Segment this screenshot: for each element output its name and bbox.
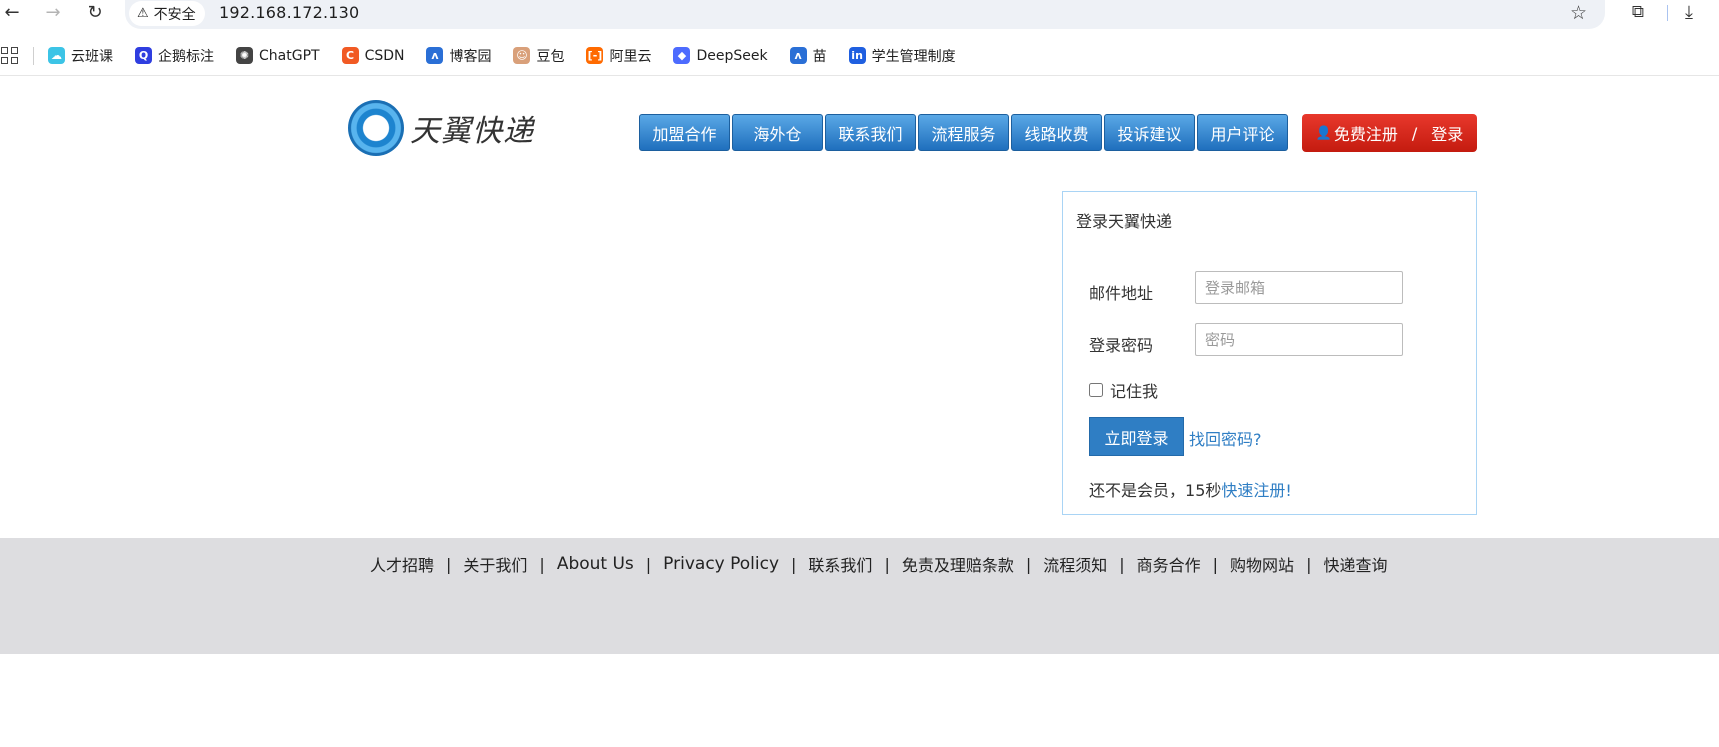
login-submit-button[interactable]: 立即登录 (1089, 417, 1184, 456)
chatgpt-icon: ✺ (236, 47, 253, 64)
footer-separator: | (539, 554, 545, 574)
remember-me[interactable]: 记住我 (1089, 378, 1158, 402)
login-title: 登录天翼快递 (1076, 212, 1173, 231)
bookmark-label: DeepSeek (696, 47, 768, 64)
browser-toolbar: ← → ↻ ⚠ 不安全 192.168.172.130 ☆ ⧉ ⤓ (0, 0, 1719, 30)
footer-link[interactable]: 购物网站 (1230, 552, 1294, 576)
bookmark-label: 博客园 (449, 48, 492, 65)
doubao-icon: ☺ (513, 47, 531, 64)
bookmark-item[interactable]: ☺ 豆包 (513, 46, 564, 66)
register-prompt-text: 还不是会员， (1089, 481, 1186, 500)
bookmark-label: 学生管理制度 (871, 48, 956, 65)
url-text[interactable]: 192.168.172.130 (219, 3, 359, 22)
quick-register-link[interactable]: 快速注册! (1221, 481, 1291, 500)
nav-item[interactable]: 加盟合作 (639, 114, 730, 151)
register-prompt: 还不是会员，15秒快速注册! (1089, 477, 1292, 501)
password-field[interactable] (1195, 323, 1403, 356)
bookmarks-bar: ☁ 云班课 Q 企鹅标注 ✺ ChatGPT C CSDN ʌ 博客园 ☺ 豆包 [-] 阿里云 ◆ Deep… (0, 36, 1719, 76)
bookmark-label: 企鹅标注 (158, 48, 214, 65)
forward-arrow-icon[interactable]: → (42, 2, 64, 24)
footer-separator: | (1025, 554, 1032, 574)
nav-item[interactable]: 流程服务 (918, 114, 1009, 151)
site-logo[interactable]: 天翼快递 (348, 100, 534, 156)
bookmark-item[interactable]: ʌ苗 (789, 46, 827, 66)
footer-separator: | (884, 554, 890, 574)
auth-separator: / (1411, 123, 1418, 143)
student-policy-icon: in (848, 47, 866, 64)
download-icon[interactable]: ⤓ (1685, 2, 1693, 23)
remember-me-checkbox[interactable] (1089, 383, 1103, 397)
register-link[interactable]: 免费注册 (1334, 121, 1398, 145)
miao-icon: ʌ (789, 47, 807, 64)
security-label: 不安全 (153, 6, 196, 23)
toolbar-divider (1667, 5, 1668, 21)
cnblogs-icon: ʌ (426, 47, 444, 64)
bookmark-star-icon[interactable]: ☆ (1570, 2, 1587, 24)
security-chip[interactable]: ⚠ 不安全 (129, 1, 205, 26)
csdn-icon: C (341, 47, 359, 64)
bookmark-label: CSDN (364, 47, 405, 64)
footer-separator: | (791, 554, 797, 574)
nav-item[interactable]: 联系我们 (825, 114, 916, 151)
bookmark-list: ☁ 云班课 Q 企鹅标注 ✺ ChatGPT C CSDN ʌ 博客园 ☺ 豆包 [-] 阿里云 ◆ Deep… (48, 46, 978, 66)
email-field[interactable] (1195, 271, 1403, 304)
user-icon: 👤 (1315, 125, 1332, 141)
back-arrow-icon[interactable]: ← (1, 2, 23, 24)
extensions-icon[interactable]: ⧉ (1627, 2, 1649, 24)
countdown-text: 15秒 (1185, 481, 1222, 500)
footer-separator: | (1119, 554, 1125, 574)
footer-link[interactable]: 关于我们 (463, 552, 527, 576)
bookmark-item[interactable]: in 学生管理制度 (848, 46, 956, 66)
footer-link[interactable]: 流程须知 (1043, 552, 1107, 576)
main-nav: 加盟合作 海外仓 联系我们 流程服务 线路收费 投诉建议 用户评论 (639, 114, 1288, 151)
reload-icon[interactable]: ↻ (84, 2, 106, 24)
footer-link[interactable]: 快递查询 (1323, 552, 1387, 576)
footer-link[interactable]: 人才招聘 (370, 552, 434, 576)
bookmark-label: 豆包 (536, 48, 565, 65)
bookmarks-divider (33, 46, 34, 65)
footer-link[interactable]: 联系我们 (808, 552, 872, 576)
footer-separator: | (446, 554, 452, 574)
bookmark-label: 云班课 (71, 48, 113, 65)
cloud-class-icon: ☁ (48, 47, 65, 64)
bookmark-item[interactable]: ◆ DeepSeek (673, 47, 768, 64)
apps-grid-icon[interactable] (1, 46, 19, 65)
email-label: 邮件地址 (1089, 284, 1154, 303)
footer-separator: | (1212, 554, 1219, 574)
bookmark-item[interactable]: C CSDN (341, 47, 405, 64)
warning-triangle-icon: ⚠ (137, 6, 149, 21)
nav-item[interactable]: 海外仓 (732, 114, 823, 151)
deepseek-icon: ◆ (673, 47, 691, 64)
penguin-label-icon: Q (135, 47, 152, 64)
forgot-password-link[interactable]: 找回密码? (1189, 426, 1262, 450)
bookmark-label: ChatGPT (259, 47, 320, 64)
footer: 人才招聘 | 关于我们 | About Us | Privacy Policy | 联系我们 | 免… (0, 538, 1719, 654)
logo-swirl-icon (348, 100, 404, 156)
bookmark-item[interactable]: ✺ ChatGPT (236, 47, 320, 64)
nav-item[interactable]: 投诉建议 (1104, 114, 1195, 151)
bookmark-item[interactable]: Q 企鹅标注 (135, 46, 214, 66)
register-login-button[interactable]: 👤 免费注册 / 登录 (1302, 114, 1477, 152)
footer-separator: | (1306, 554, 1312, 574)
nav-item[interactable]: 用户评论 (1197, 114, 1288, 151)
address-bar[interactable]: ⚠ 不安全 192.168.172.130 ☆ (125, 0, 1605, 29)
footer-links: 人才招聘 | 关于我们 | About Us | Privacy Policy | 联系我们 | 免… (370, 552, 1387, 576)
login-link[interactable]: 登录 (1431, 121, 1463, 145)
footer-link[interactable]: 商务合作 (1137, 552, 1201, 576)
footer-separator: | (645, 554, 652, 574)
footer-link[interactable]: About Us (557, 554, 634, 574)
password-label: 登录密码 (1089, 336, 1154, 355)
footer-link[interactable]: Privacy Policy (663, 554, 779, 574)
nav-item[interactable]: 线路收费 (1011, 114, 1102, 151)
logo-text: 天翼快递 (410, 114, 534, 149)
login-panel: 登录天翼快递 邮件地址 登录密码 记住我 立即登录 找回密码? 还不是会员，15… (1062, 191, 1477, 515)
footer-link[interactable]: 免责及理赔条款 (902, 552, 1014, 576)
bookmark-item[interactable]: ☁ 云班课 (48, 46, 113, 66)
aliyun-icon: [-] (586, 47, 604, 64)
bookmark-label: 苗 (812, 48, 827, 65)
remember-me-label: 记住我 (1110, 382, 1159, 401)
bookmark-item[interactable]: [-] 阿里云 (586, 46, 651, 66)
bookmark-label: 阿里云 (609, 48, 652, 65)
bookmark-item[interactable]: ʌ 博客园 (426, 46, 491, 66)
